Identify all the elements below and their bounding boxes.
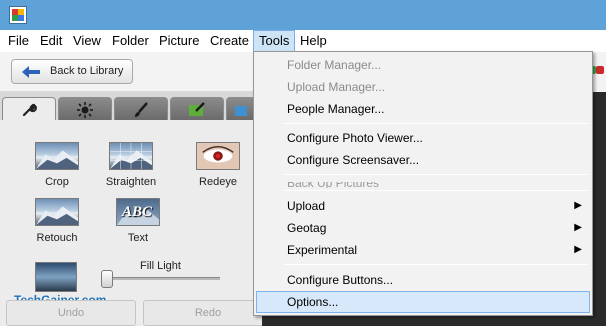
blue-brush-icon: [235, 106, 247, 116]
edit-panel: Crop Straighten Redeye Retouch ABC Text …: [0, 92, 273, 326]
menu-item-back-up-pictures[interactable]: Back Up Pictures: [287, 182, 379, 188]
tab-tuning[interactable]: [58, 97, 112, 120]
title-bar: [0, 0, 606, 30]
green-brush-icon: [189, 102, 205, 116]
menu-picture[interactable]: Picture: [154, 30, 204, 52]
menu-item-configure-buttons[interactable]: Configure Buttons...: [256, 269, 590, 291]
brush-icon: [135, 102, 148, 117]
tab-even-more-effects[interactable]: [226, 97, 256, 120]
menu-item-options[interactable]: Options...: [256, 291, 590, 313]
upload-label: Upload: [287, 199, 326, 213]
menu-item-geotag[interactable]: Geotag ▶: [256, 217, 590, 239]
tab-basic-fixes[interactable]: [2, 97, 56, 122]
menu-edit[interactable]: Edit: [35, 30, 67, 52]
back-to-library-label: Back to Library: [50, 65, 124, 77]
straighten-thumbnail: [109, 142, 153, 170]
menu-file[interactable]: File: [3, 30, 34, 52]
text-thumbnail-label: ABC: [122, 204, 153, 220]
crop-tool[interactable]: Crop: [23, 142, 91, 188]
menu-item-upload-manager[interactable]: Upload Manager...: [256, 76, 590, 98]
text-thumbnail: ABC: [116, 198, 160, 226]
tools-area: Crop Straighten Redeye Retouch ABC Text …: [0, 120, 273, 326]
menu-item-folder-manager[interactable]: Folder Manager...: [256, 54, 590, 76]
menu-folder[interactable]: Folder: [107, 30, 154, 52]
submenu-arrow-icon: ▶: [574, 222, 582, 233]
tools-menu: Folder Manager... Upload Manager... Peop…: [253, 51, 593, 316]
menu-create[interactable]: Create: [205, 30, 254, 52]
menu-item-upload[interactable]: Upload ▶: [256, 195, 590, 217]
menu-separator: [284, 174, 588, 175]
undo-button[interactable]: Undo: [6, 300, 136, 326]
menu-tools[interactable]: Tools: [253, 30, 296, 52]
wrench-icon: [22, 103, 37, 117]
fill-light-slider-handle[interactable]: [101, 270, 113, 288]
text-tool[interactable]: ABC Text: [104, 198, 172, 244]
menu-item-people-manager[interactable]: People Manager...: [256, 98, 590, 120]
tab-effects[interactable]: [114, 97, 168, 120]
menu-separator: [284, 190, 588, 191]
text-label: Text: [127, 232, 149, 244]
retouch-thumbnail: [35, 198, 79, 226]
straighten-tool[interactable]: Straighten: [97, 142, 165, 188]
submenu-arrow-icon: ▶: [574, 244, 582, 255]
back-arrow-icon: [22, 66, 40, 78]
app-icon: [9, 6, 27, 24]
geotag-label: Geotag: [287, 221, 327, 235]
tab-more-effects[interactable]: [170, 97, 224, 120]
back-to-library-button[interactable]: Back to Library: [11, 59, 133, 84]
redeye-label: Redeye: [199, 176, 237, 188]
menu-view[interactable]: View: [68, 30, 106, 52]
retouch-label: Retouch: [36, 232, 78, 244]
redeye-thumbnail: [196, 142, 240, 170]
menu-help[interactable]: Help: [295, 30, 332, 52]
fill-light-slider-track[interactable]: [104, 277, 220, 280]
retouch-tool[interactable]: Retouch: [23, 198, 91, 244]
submenu-arrow-icon: ▶: [574, 200, 582, 211]
menu-separator: [284, 264, 588, 265]
crop-thumbnail: [35, 142, 79, 170]
menu-item-experimental[interactable]: Experimental ▶: [256, 239, 590, 261]
red-indicator-icon: [596, 66, 604, 74]
fill-light-thumbnail: [35, 262, 77, 292]
crop-label: Crop: [45, 176, 69, 188]
menu-item-configure-screensaver[interactable]: Configure Screensaver...: [256, 149, 590, 171]
experimental-label: Experimental: [287, 243, 358, 257]
brightness-icon: [77, 102, 93, 118]
redeye-tool[interactable]: Redeye: [184, 142, 252, 188]
straighten-label: Straighten: [105, 176, 157, 188]
menu-separator: [284, 123, 588, 124]
menu-bar: File Edit View Folder Picture Create Too…: [0, 30, 606, 52]
fill-light-label: Fill Light: [140, 260, 181, 272]
menu-item-configure-photo-viewer[interactable]: Configure Photo Viewer...: [256, 127, 590, 149]
